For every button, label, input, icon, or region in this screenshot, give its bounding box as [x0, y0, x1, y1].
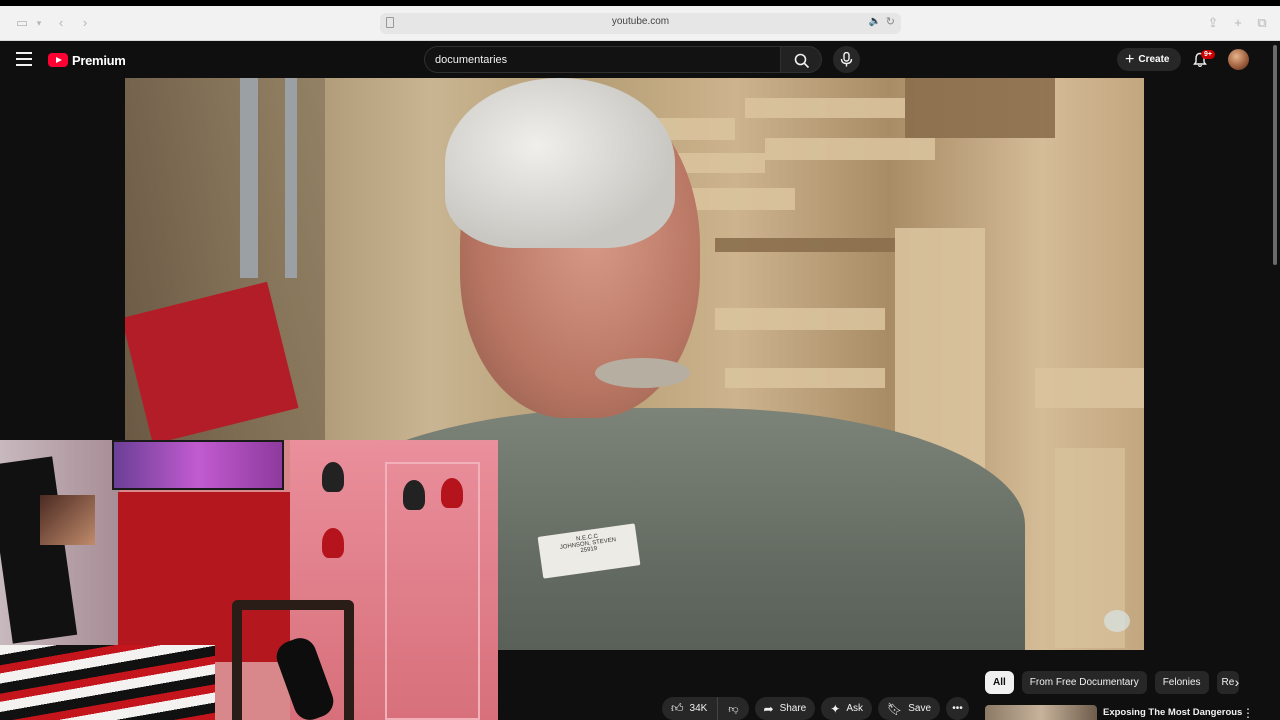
ask-button[interactable]: ✦ Ask — [821, 697, 872, 720]
chevron-down-icon[interactable]: ▾ — [31, 15, 47, 31]
youtube-play-icon — [48, 53, 68, 67]
bookmark-icon: 🔖︎ — [886, 701, 903, 716]
back-icon[interactable]: ‹ — [53, 15, 69, 31]
share-button[interactable]: ➦ Share — [754, 697, 816, 720]
video-wood-plank — [715, 308, 885, 330]
sparkle-icon: ✦ — [830, 701, 841, 716]
create-label: Create — [1138, 54, 1170, 65]
cam-hat — [403, 480, 425, 510]
recommendation-filter-chips: All From Free Documentary Felonies Re — [985, 671, 1239, 694]
cam-bed — [0, 645, 215, 720]
logo-label: Premium — [72, 52, 126, 68]
search-icon — [794, 53, 810, 69]
recommended-title[interactable]: Exposing The Most Dangerous — [1103, 707, 1242, 718]
recommended-video-item[interactable]: Exposing The Most Dangerous ⋮ — [985, 704, 1270, 720]
ask-label: Ask — [846, 703, 863, 714]
cam-hat — [322, 528, 344, 558]
more-horizontal-icon: ••• — [952, 703, 963, 714]
chip-from-free-documentary[interactable]: From Free Documentary — [1021, 671, 1147, 694]
url-text: youtube.com — [611, 16, 670, 27]
webcam-overlay — [0, 440, 498, 720]
menu-icon[interactable] — [16, 52, 32, 66]
share-icon[interactable]: ⇪ — [1205, 15, 1221, 31]
cam-tv-screen — [112, 440, 284, 490]
dislike-button[interactable]: 👎︎ — [718, 697, 748, 720]
video-wood-plank — [1035, 368, 1144, 408]
reload-icon[interactable]: ↻ — [886, 15, 895, 28]
chip-all[interactable]: All — [985, 671, 1014, 694]
youtube-premium-logo[interactable]: Premium — [48, 52, 126, 68]
share-label: Share — [779, 703, 807, 714]
channel-watermark-icon[interactable] — [1104, 610, 1130, 632]
cam-hat — [441, 478, 463, 508]
new-tab-icon[interactable]: + — [1230, 15, 1246, 31]
thumbs-up-icon: 👍︎ — [671, 701, 684, 715]
forward-icon[interactable]: › — [77, 15, 93, 31]
share-arrow-icon: ➦ — [763, 701, 774, 716]
voice-search-button[interactable] — [833, 46, 860, 73]
video-person-hair — [445, 78, 675, 248]
recommended-thumbnail[interactable] — [985, 705, 1097, 720]
cam-door — [385, 462, 480, 720]
audio-playing-icon[interactable]: 🔈 — [869, 16, 881, 27]
page-scrollbar[interactable] — [1270, 41, 1280, 720]
search-input[interactable] — [425, 47, 781, 72]
save-label: Save — [908, 703, 932, 714]
video-shelf-post — [285, 78, 297, 278]
video-wood-plank — [745, 98, 905, 118]
like-dislike-group: 👍︎ 34K 👎︎ — [662, 697, 749, 720]
video-person-mustache — [595, 358, 690, 388]
cam-wall-art — [40, 495, 95, 545]
scrollbar-thumb[interactable] — [1273, 45, 1277, 265]
thumbs-down-icon: 👎︎ — [728, 703, 739, 715]
tab-overview-icon[interactable]: ⧉ — [1254, 15, 1270, 31]
search-box[interactable] — [424, 46, 781, 73]
notifications-badge: 9+ — [1201, 50, 1215, 59]
search-button[interactable] — [780, 46, 822, 73]
account-avatar[interactable] — [1228, 49, 1249, 70]
more-vertical-icon[interactable]: ⋮ — [1242, 706, 1254, 720]
create-button[interactable]: + Create — [1117, 48, 1181, 71]
like-count: 34K — [689, 703, 708, 714]
video-shelf-beam — [715, 238, 895, 252]
right-gutter — [1144, 78, 1270, 650]
video-actions: 👍︎ 34K 👎︎ ➦ Share ✦ Ask 🔖︎ Save ••• — [662, 697, 970, 720]
chip-felonies[interactable]: Felonies — [1154, 671, 1209, 694]
sidebar-toggle-icon[interactable]: ▭ — [14, 15, 30, 31]
cam-hat — [322, 462, 344, 492]
address-bar[interactable]: youtube.com 🔈 ↻ — [380, 13, 901, 34]
save-button[interactable]: 🔖︎ Save — [877, 697, 941, 720]
microphone-icon — [840, 52, 853, 67]
like-button[interactable]: 👍︎ 34K — [662, 697, 719, 720]
video-dark-box — [905, 78, 1055, 138]
video-wood-plank — [765, 138, 935, 160]
more-actions-button[interactable]: ••• — [946, 697, 970, 720]
browser-toolbar: ▭ ▾ ‹ › youtube.com 🔈 ↻ ⇪ + ⧉ — [0, 6, 1280, 41]
youtube-header: Premium + Create 9+ — [0, 41, 1280, 78]
plus-icon: + — [1125, 50, 1135, 68]
video-shelf-post — [240, 78, 258, 278]
chevron-right-icon[interactable]: › — [1229, 674, 1245, 690]
left-gutter — [0, 78, 125, 440]
video-wood-plank — [725, 368, 885, 388]
